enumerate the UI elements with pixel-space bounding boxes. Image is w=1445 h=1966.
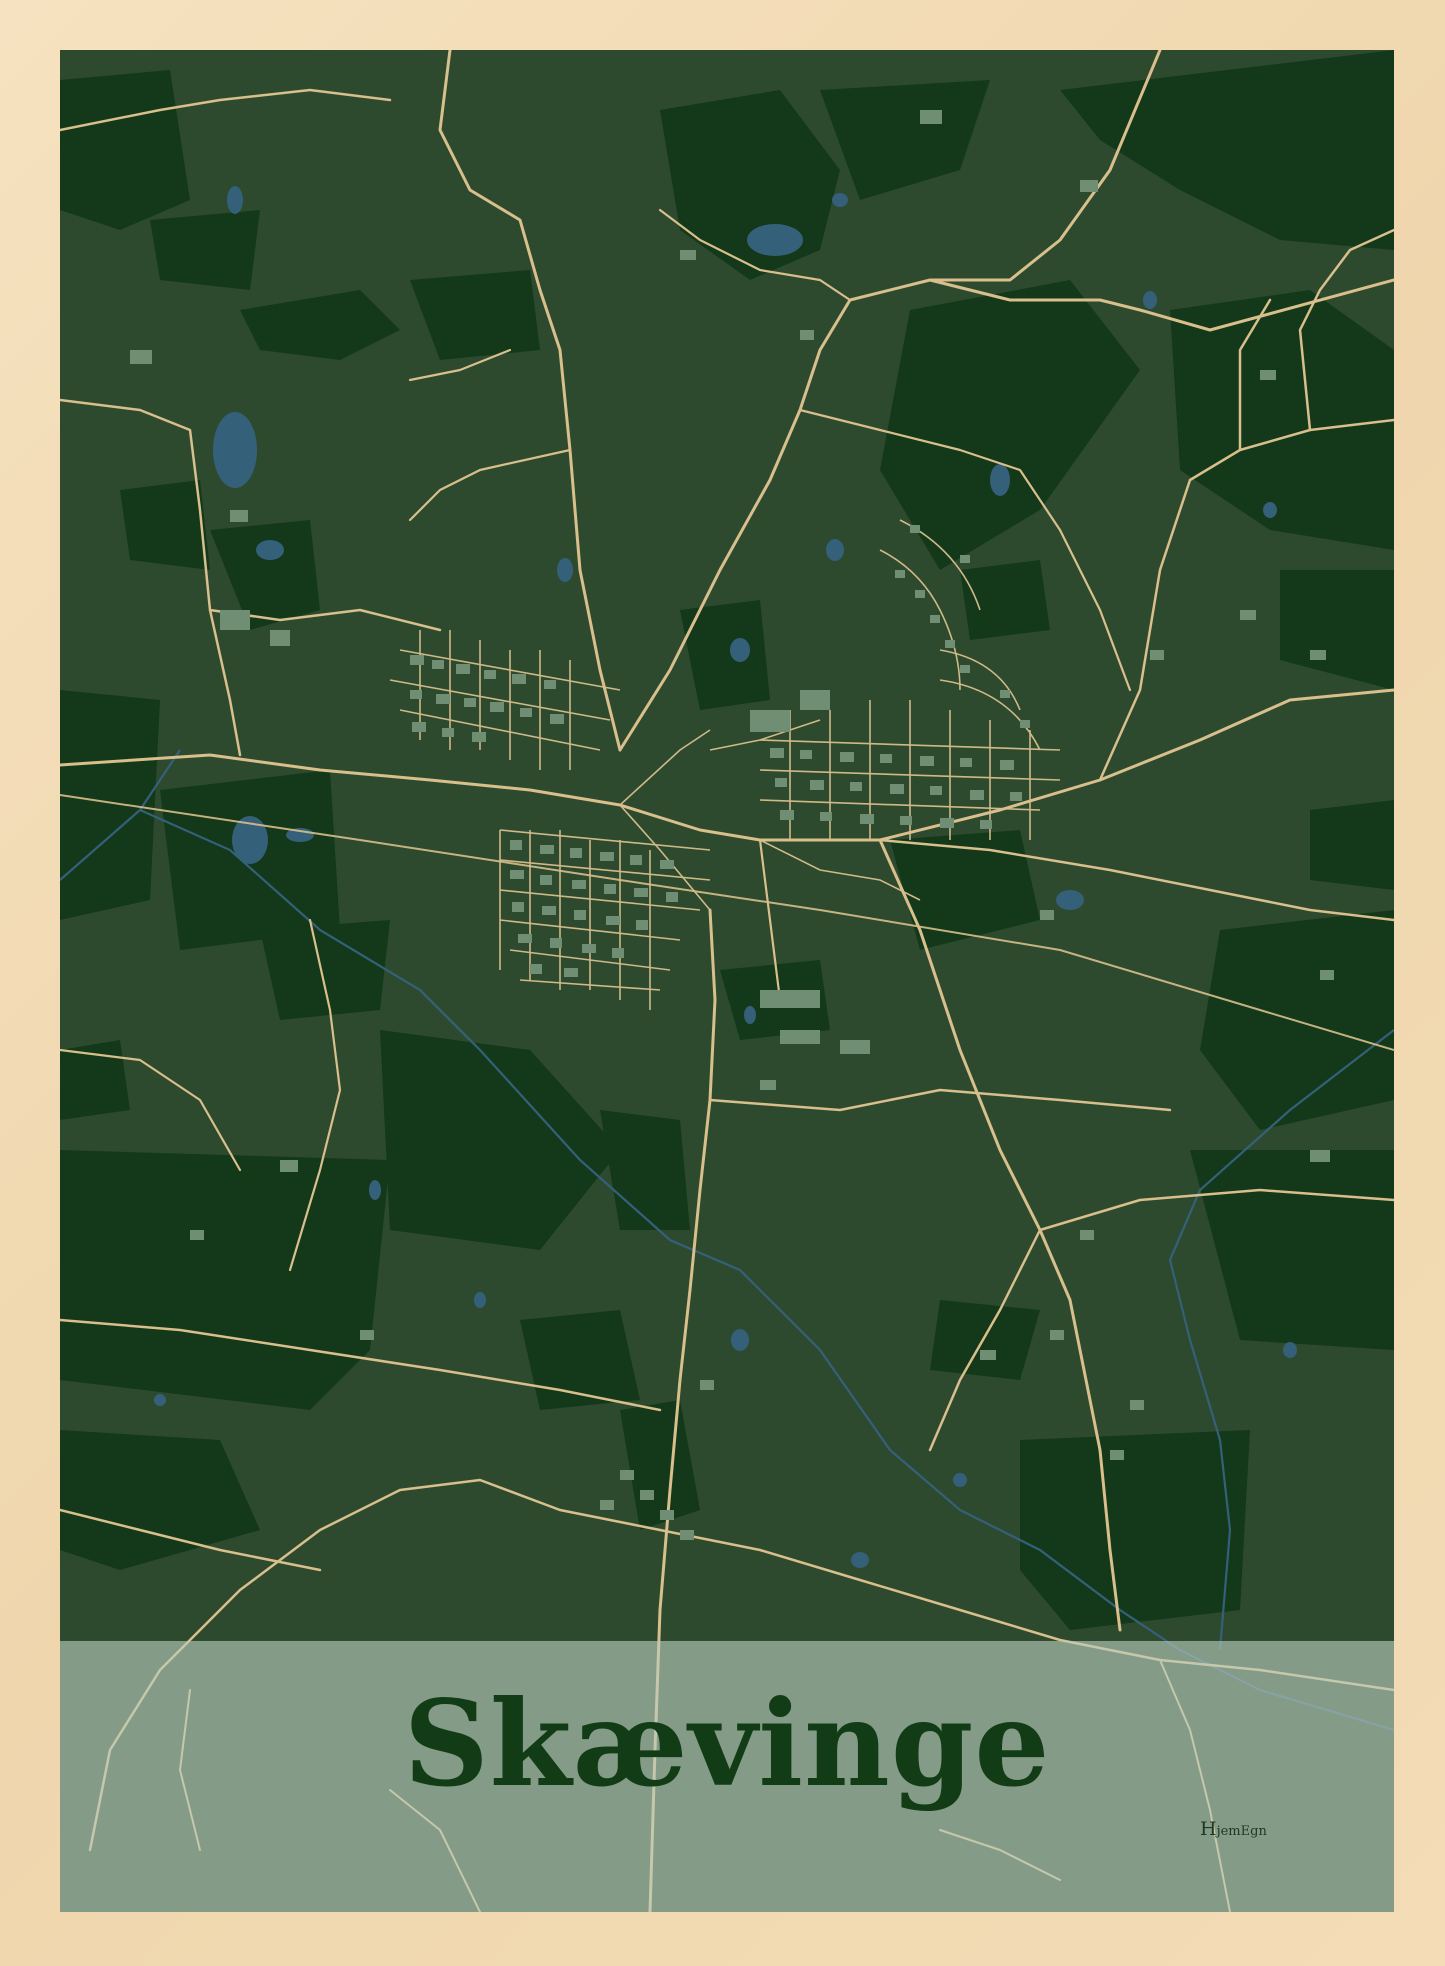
place-name-title: Skævinge xyxy=(403,1674,1051,1813)
brand-rest: jemEgn xyxy=(1216,1824,1267,1839)
map-area: Skævinge HjemEgn xyxy=(60,50,1394,1912)
map-canvas xyxy=(60,50,1394,1912)
brand-initial: H xyxy=(1200,1818,1217,1840)
brand-logo: HjemEgn xyxy=(1200,1818,1267,1840)
poster-frame: Skævinge HjemEgn xyxy=(0,0,1445,1966)
